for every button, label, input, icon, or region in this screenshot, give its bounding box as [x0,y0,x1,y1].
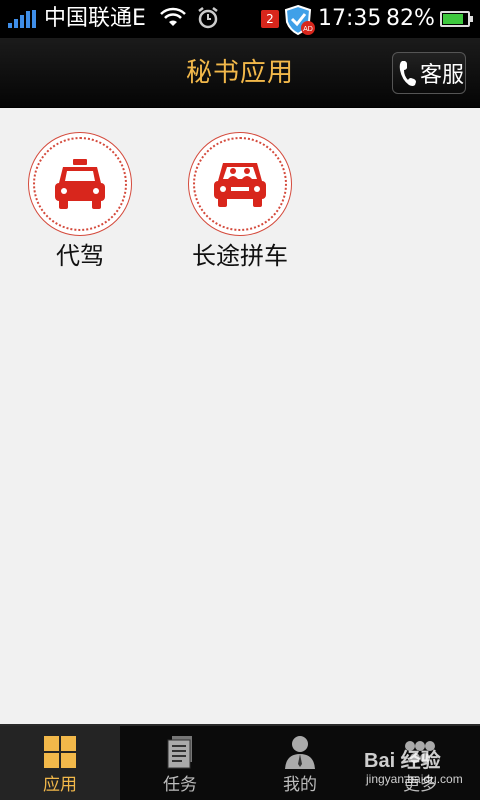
tab-label: 应用 [43,775,77,795]
battery-icon [440,11,473,27]
app-designated-driver[interactable]: 代驾 [10,132,150,272]
document-icon [167,736,192,769]
tab-label: 任务 [163,775,197,795]
phone-icon [399,61,416,86]
wifi-icon [160,6,186,34]
tab-tasks[interactable]: 任务 [120,726,240,800]
app-icon-circle [188,132,292,236]
app-icon-circle [28,132,132,236]
clock: 17:35 [318,6,382,31]
customer-service-label: 客服 [420,63,465,88]
watermark-brand: Bai 经验 [364,750,441,772]
tab-label: 我的 [283,775,317,795]
person-icon [285,736,315,769]
tab-mine[interactable]: 我的 [240,726,360,800]
battery-percent: 82% [386,6,435,31]
title-bar: 秘书应用 客服 [0,38,480,108]
customer-service-button[interactable]: 客服 [392,52,466,94]
notification-badge: 2 [261,10,279,28]
taxi-icon [55,159,105,209]
tab-apps[interactable]: 应用 [0,726,120,800]
alarm-icon [196,6,220,34]
app-label: 代驾 [56,242,104,270]
shield-ad-icon: AD [284,4,316,40]
svg-text:AD: AD [303,26,313,33]
carrier-name: 中国联通E [44,6,146,31]
app-long-distance-carpool[interactable]: 长途拼车 [170,132,310,272]
watermark: Bai 经验 jingyan.baidu.com [360,744,476,794]
signal-icon [8,10,38,28]
app-label: 长途拼车 [192,242,288,270]
car-passengers-icon [214,163,266,207]
status-bar: 中国联通E 2 AD 17:35 82% [0,0,480,38]
app-grid: 代驾 长途拼车 [0,108,480,724]
watermark-url: jingyan.baidu.com [366,772,463,786]
grid-icon [44,736,76,768]
